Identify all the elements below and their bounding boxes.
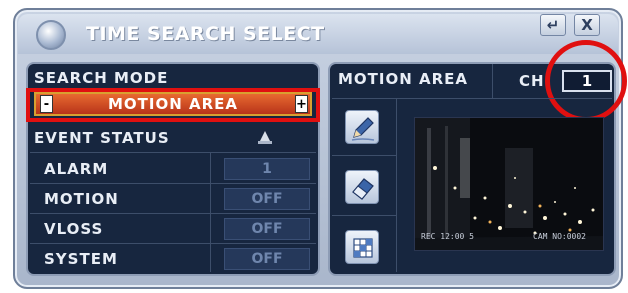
preview-camera-number: CAM NO:0002 — [533, 232, 586, 241]
divider — [30, 183, 316, 184]
divider — [332, 215, 396, 216]
event-status-label: EVENT STATUS — [34, 129, 170, 147]
eraser-tool-button[interactable] — [345, 170, 379, 204]
divider — [30, 152, 316, 153]
divider — [332, 98, 612, 99]
event-status-icon — [256, 129, 274, 151]
system-value[interactable]: OFF — [224, 248, 310, 270]
channel-label: CH — [519, 72, 545, 90]
window-logo-icon — [36, 20, 66, 50]
highlight-rectangle — [26, 88, 320, 122]
vloss-value[interactable]: OFF — [224, 218, 310, 240]
enter-button[interactable]: ↵ — [540, 14, 566, 36]
alarm-label: ALARM — [44, 160, 109, 178]
pencil-tool-button[interactable] — [345, 110, 379, 144]
divider — [332, 155, 396, 156]
window-title: TIME SEARCH SELECT — [86, 23, 325, 45]
camera-preview[interactable]: REC 12:00 5 CAM NO:0002 — [414, 117, 604, 251]
alarm-value[interactable]: 1 — [224, 158, 310, 180]
vloss-label: VLOSS — [44, 220, 104, 238]
pencil-icon — [351, 117, 375, 141]
column-divider — [396, 98, 397, 272]
header-divider — [492, 64, 493, 98]
preview-timestamp: REC 12:00 5 — [421, 232, 474, 241]
divider — [30, 213, 316, 214]
motion-area-label: MOTION AREA — [338, 70, 469, 88]
motion-value[interactable]: OFF — [224, 188, 310, 210]
grid-icon — [353, 238, 373, 258]
close-button[interactable]: X — [574, 14, 600, 36]
divider — [30, 243, 316, 244]
motion-label: MOTION — [44, 190, 119, 208]
grid-tool-button[interactable] — [345, 230, 379, 264]
highlight-circle — [545, 40, 627, 122]
eraser-icon — [352, 178, 374, 200]
search-mode-label: SEARCH MODE — [34, 69, 169, 87]
column-divider — [210, 152, 211, 272]
system-label: SYSTEM — [44, 250, 118, 268]
